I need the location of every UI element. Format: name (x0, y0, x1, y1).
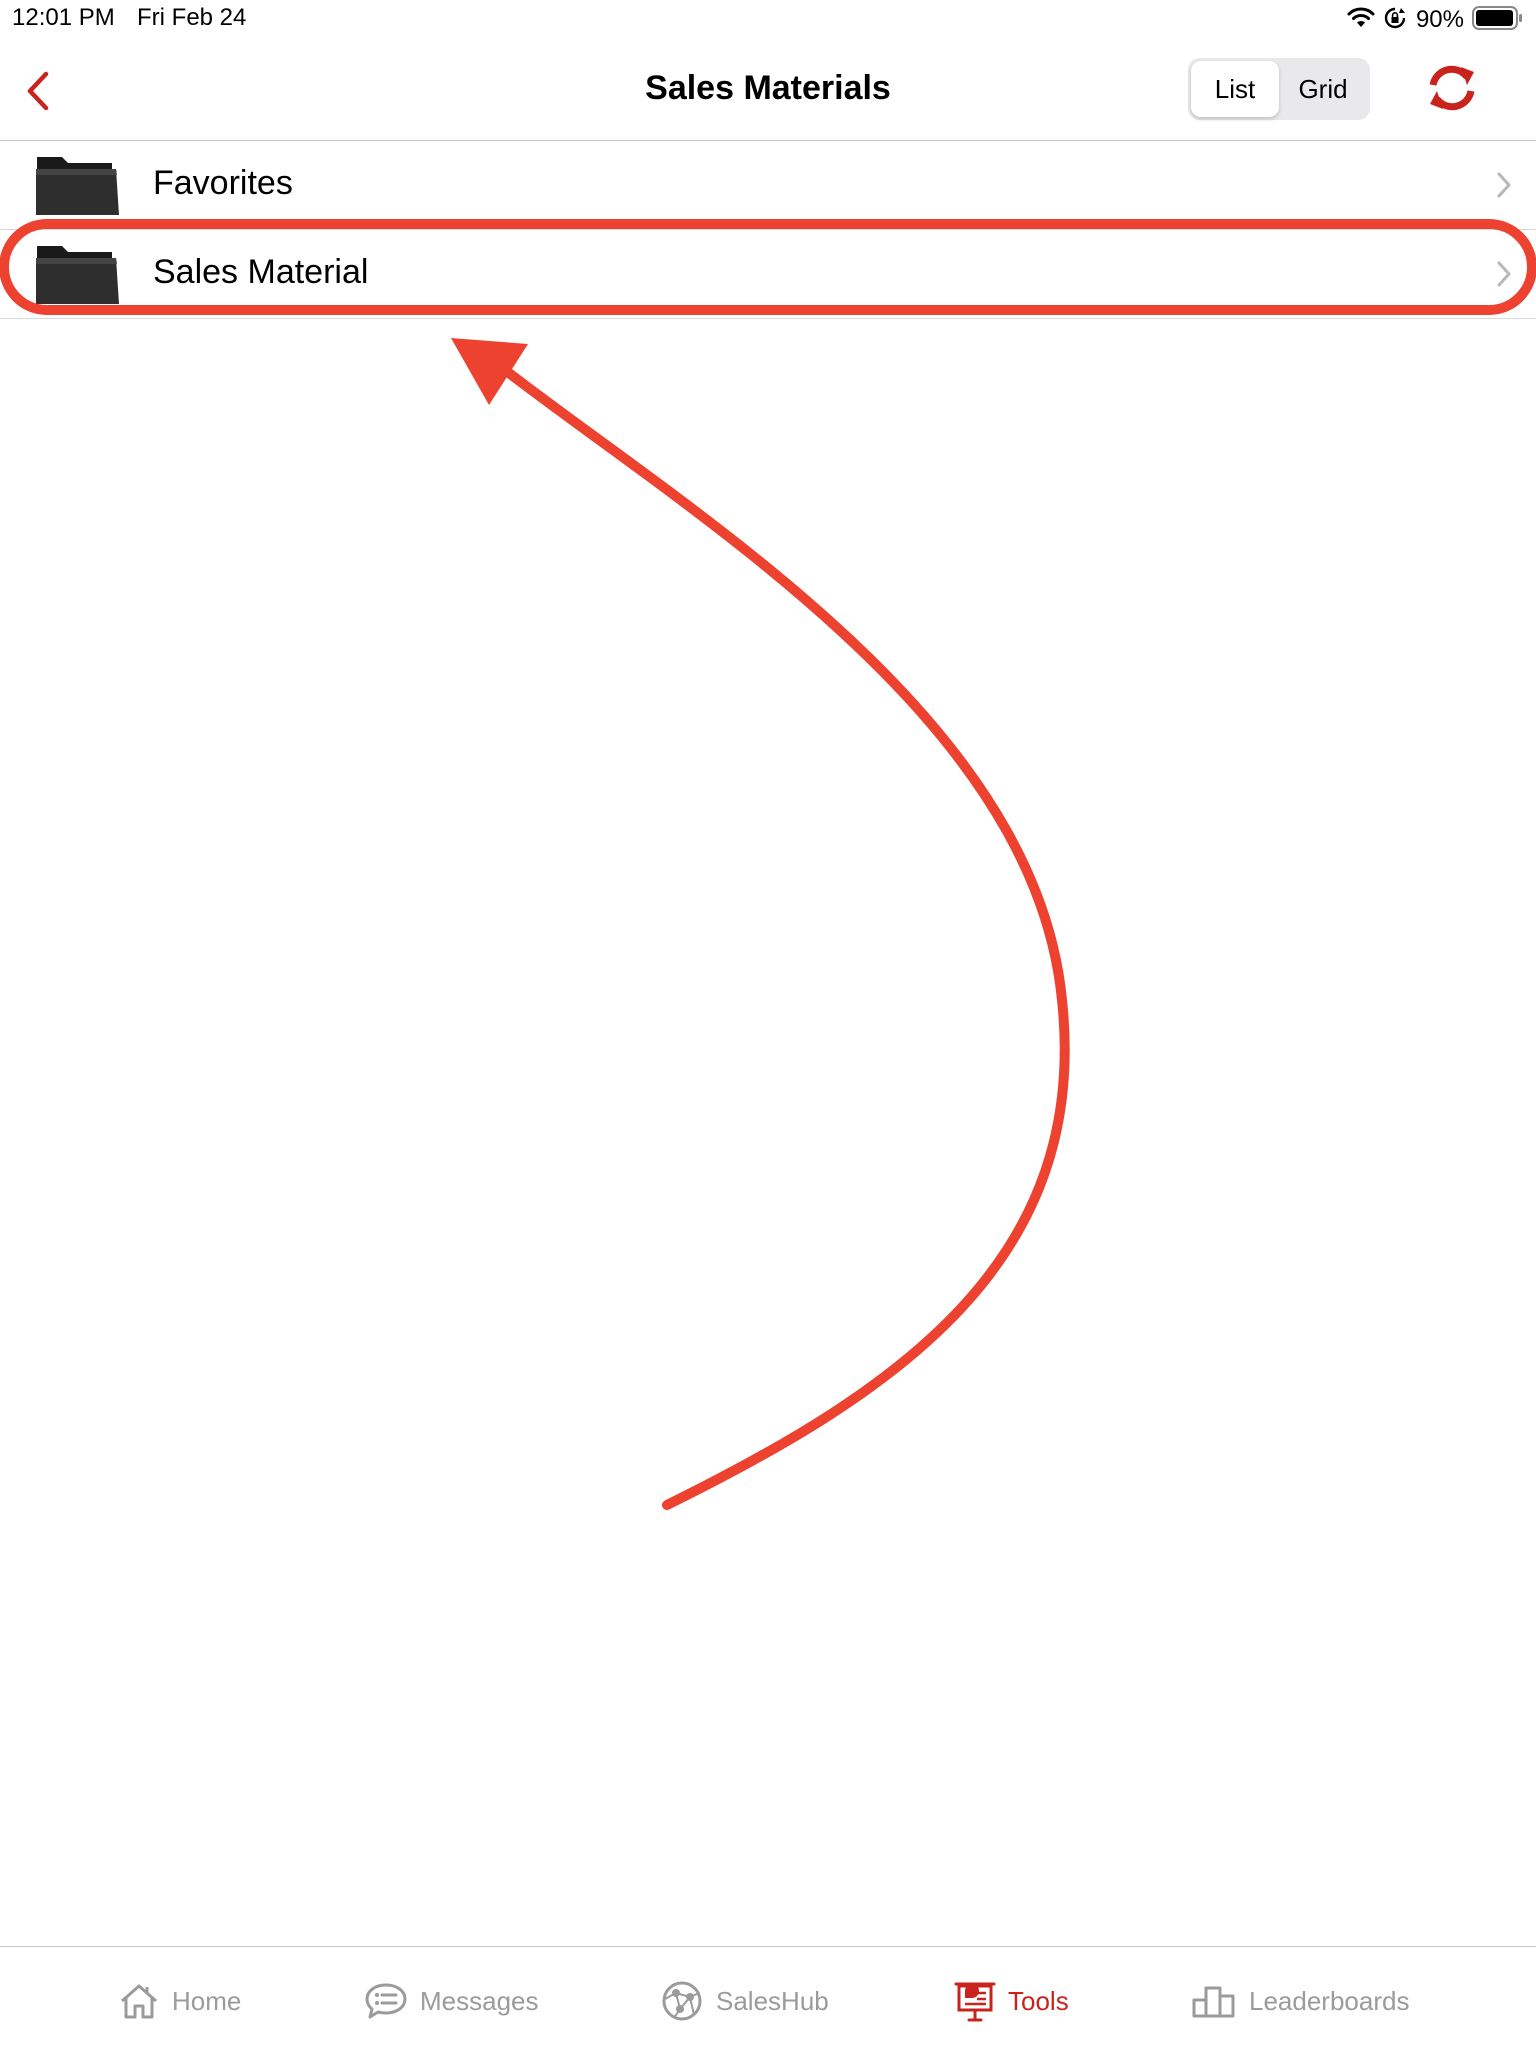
status-date: Fri Feb 24 (137, 4, 247, 31)
list-item-label: Favorites (153, 164, 293, 202)
tab-home[interactable]: Home (118, 1979, 241, 2023)
tab-bar: Home Messages SalesHub Tools Leaderboard… (0, 1946, 1536, 2049)
folder-list: Favorites Sales Material (0, 141, 1536, 319)
battery-percent: 90% (1415, 6, 1464, 33)
presentation-board-icon (954, 1982, 996, 2022)
tab-messages[interactable]: Messages (364, 1979, 539, 2023)
list-view-segment[interactable]: List (1191, 61, 1279, 117)
chevron-right-icon (1497, 261, 1511, 287)
list-item-sales-material[interactable]: Sales Material (0, 230, 1536, 319)
tab-label: Tools (1008, 1985, 1069, 2016)
chevron-left-icon (27, 71, 49, 111)
status-bar: 12:01 PM Fri Feb 24 90% (0, 0, 1536, 40)
folder-icon (36, 157, 119, 215)
refresh-button[interactable] (1424, 60, 1480, 116)
tab-label: Messages (420, 1985, 539, 2016)
status-indicators: 90% (1346, 5, 1524, 35)
list-item-favorites[interactable]: Favorites (0, 141, 1536, 230)
wifi-icon (1346, 6, 1376, 35)
tab-label: Home (172, 1985, 242, 2016)
rotation-lock-icon (1384, 7, 1406, 34)
home-icon (121, 1984, 157, 2019)
folder-icon (36, 246, 119, 304)
podium-icon (1192, 1986, 1235, 2018)
tab-leaderboards[interactable]: Leaderboards (1191, 1979, 1409, 2023)
messages-icon (365, 1983, 407, 2019)
grid-view-segment[interactable]: Grid (1279, 61, 1367, 117)
tab-label: SalesHub (716, 1985, 829, 2016)
battery-icon (1472, 5, 1524, 35)
annotation-arrowhead (451, 338, 528, 405)
back-button[interactable] (18, 66, 62, 116)
annotation-arrow-line (500, 365, 1070, 1510)
navigation-bar: Sales Materials List Grid (0, 40, 1536, 141)
refresh-icon (1429, 65, 1475, 111)
tab-label: Leaderboards (1249, 1985, 1410, 2016)
status-time: 12:01 PM (12, 4, 115, 31)
chevron-right-icon (1497, 172, 1511, 198)
saleshub-icon (662, 1981, 702, 2021)
tab-tools[interactable]: Tools (954, 1979, 1069, 2023)
list-item-label: Sales Material (153, 253, 369, 291)
view-mode-toggle: List Grid (1188, 58, 1370, 120)
tab-saleshub[interactable]: SalesHub (660, 1979, 829, 2023)
